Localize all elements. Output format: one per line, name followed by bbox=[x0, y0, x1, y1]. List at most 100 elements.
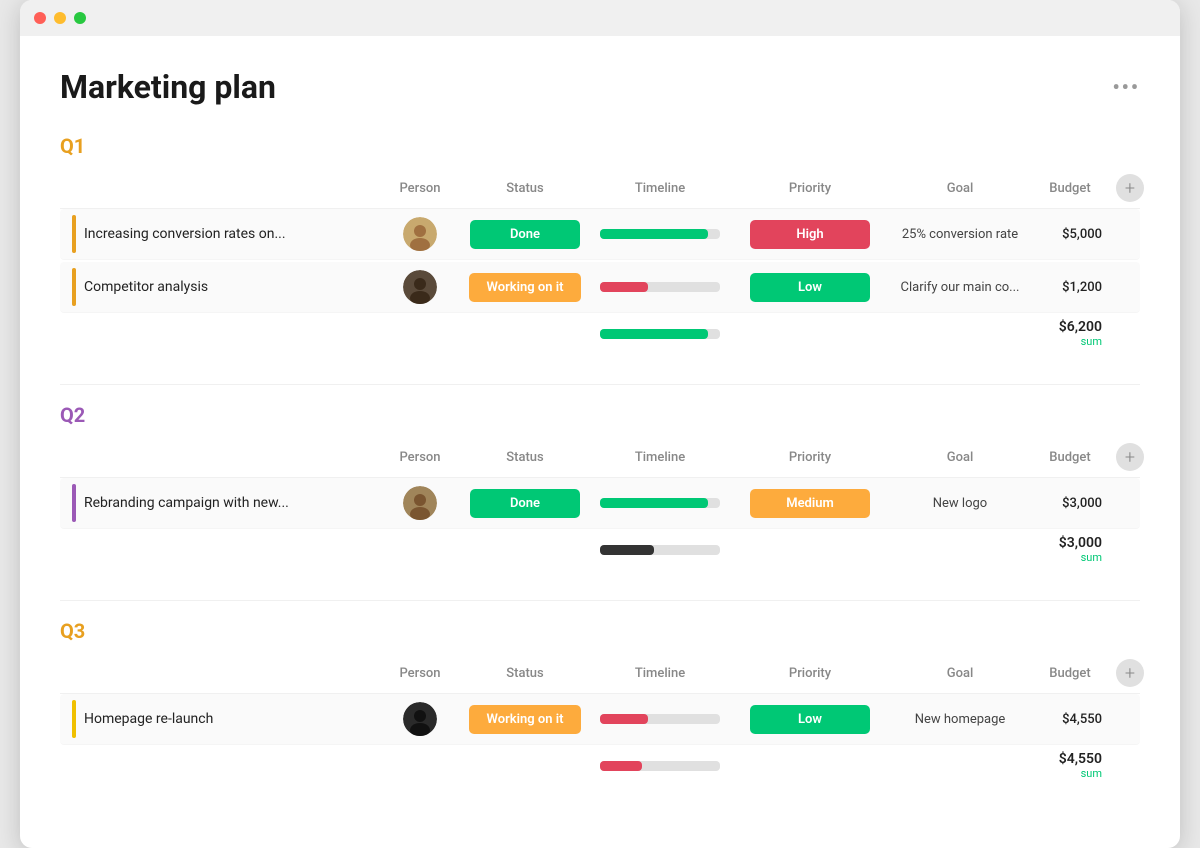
sum-budget-q3: $4,550 sum bbox=[1030, 751, 1110, 780]
status-q3-1: Working on it bbox=[460, 705, 590, 734]
goal-q1-1: 25% conversion rate bbox=[890, 227, 1030, 242]
timeline-bg-q1-1 bbox=[600, 229, 720, 239]
add-row-button-q2[interactable]: + bbox=[1116, 443, 1144, 471]
section-title-q3: Q3 bbox=[60, 619, 1140, 643]
col-timeline-q2: Timeline bbox=[590, 450, 730, 465]
section-title-q2: Q2 bbox=[60, 403, 1140, 427]
avatar-q1-2 bbox=[380, 270, 460, 304]
priority-badge-q1-2: Low bbox=[750, 273, 870, 302]
timeline-q2-1 bbox=[590, 498, 730, 508]
table-row: Competitor analysis Working on it bbox=[60, 262, 1140, 313]
table-row: Rebranding campaign with new... Done bbox=[60, 478, 1140, 529]
section-q3: Q3 Person Status Timeline Priority Goal … bbox=[60, 619, 1140, 788]
divider-q2q3 bbox=[60, 600, 1140, 601]
sum-timeline-q1 bbox=[590, 329, 730, 339]
minimize-dot[interactable] bbox=[54, 12, 66, 24]
col-add-q1: + bbox=[1110, 174, 1150, 202]
budget-q1-2: $1,200 bbox=[1030, 280, 1110, 295]
section-title-q1: Q1 bbox=[60, 134, 1140, 158]
table-header-q1: Person Status Timeline Priority Goal Bud… bbox=[60, 168, 1140, 209]
task-border-q2-1 bbox=[72, 484, 76, 522]
col-status-q1: Status bbox=[460, 181, 590, 196]
col-priority-q2: Priority bbox=[730, 450, 890, 465]
priority-badge-q2-1: Medium bbox=[750, 489, 870, 518]
timeline-fill-q1-2 bbox=[600, 282, 648, 292]
timeline-bg-q1-2 bbox=[600, 282, 720, 292]
timeline-q3-1 bbox=[590, 714, 730, 724]
app-window: Marketing plan ••• Q1 Person Status Time… bbox=[20, 0, 1180, 848]
avatar-icon-q3-1 bbox=[403, 702, 437, 736]
table-row: Homepage re-launch Working on it bbox=[60, 694, 1140, 745]
goal-q1-2: Clarify our main co... bbox=[890, 280, 1030, 295]
status-q1-1: Done bbox=[460, 220, 590, 249]
avatar-q2-1 bbox=[380, 486, 460, 520]
task-name-q2-1: Rebranding campaign with new... bbox=[60, 484, 380, 522]
sum-budget-q1: $6,200 sum bbox=[1030, 319, 1110, 348]
col-timeline-q3: Timeline bbox=[590, 666, 730, 681]
status-q1-2: Working on it bbox=[460, 273, 590, 302]
table-header-q3: Person Status Timeline Priority Goal Bud… bbox=[60, 653, 1140, 694]
priority-badge-q1-1: High bbox=[750, 220, 870, 249]
section-q1: Q1 Person Status Timeline Priority Goal … bbox=[60, 134, 1140, 356]
timeline-fill-q1-1 bbox=[600, 229, 708, 239]
col-priority-q3: Priority bbox=[730, 666, 890, 681]
priority-badge-q3-1: Low bbox=[750, 705, 870, 734]
col-budget-q2: Budget bbox=[1030, 450, 1110, 465]
status-badge-q1-2: Working on it bbox=[469, 273, 582, 302]
timeline-q1-1 bbox=[590, 229, 730, 239]
timeline-bar-q2-1 bbox=[600, 498, 720, 508]
sum-row-q2: $3,000 sum bbox=[60, 531, 1140, 572]
col-add-q2: + bbox=[1110, 443, 1150, 471]
titlebar bbox=[20, 0, 1180, 36]
close-dot[interactable] bbox=[34, 12, 46, 24]
sum-timeline-q2 bbox=[590, 545, 730, 555]
timeline-bar-q1-2 bbox=[600, 282, 720, 292]
task-name-q1-2: Competitor analysis bbox=[60, 268, 380, 306]
task-border-q1-1 bbox=[72, 215, 76, 253]
col-status-q2: Status bbox=[460, 450, 590, 465]
task-border-q1-2 bbox=[72, 268, 76, 306]
section-q2: Q2 Person Status Timeline Priority Goal … bbox=[60, 403, 1140, 572]
more-button[interactable]: ••• bbox=[1112, 75, 1140, 99]
goal-q3-1: New homepage bbox=[890, 712, 1030, 727]
timeline-q1-2 bbox=[590, 282, 730, 292]
sum-row-q3: $4,550 sum bbox=[60, 747, 1140, 788]
budget-q3-1: $4,550 bbox=[1030, 712, 1110, 727]
add-row-button-q3[interactable]: + bbox=[1116, 659, 1144, 687]
col-add-q3: + bbox=[1110, 659, 1150, 687]
divider-q1q2 bbox=[60, 384, 1140, 385]
status-q2-1: Done bbox=[460, 489, 590, 518]
goal-q2-1: New logo bbox=[890, 496, 1030, 511]
priority-q1-1: High bbox=[730, 220, 890, 249]
col-goal-q3: Goal bbox=[890, 666, 1030, 681]
col-goal-q1: Goal bbox=[890, 181, 1030, 196]
budget-q1-1: $5,000 bbox=[1030, 227, 1110, 242]
sum-budget-q2: $3,000 sum bbox=[1030, 535, 1110, 564]
timeline-bar-q3-1 bbox=[600, 714, 720, 724]
priority-q3-1: Low bbox=[730, 705, 890, 734]
task-border-q3-1 bbox=[72, 700, 76, 738]
table-header-q2: Person Status Timeline Priority Goal Bud… bbox=[60, 437, 1140, 478]
table-row: Increasing conversion rates on... Done bbox=[60, 209, 1140, 260]
col-status-q3: Status bbox=[460, 666, 590, 681]
page-title-row: Marketing plan ••• bbox=[60, 68, 1140, 106]
priority-q2-1: Medium bbox=[730, 489, 890, 518]
avatar-icon-q2-1 bbox=[403, 486, 437, 520]
status-badge-q3-1: Working on it bbox=[469, 705, 582, 734]
col-goal-q2: Goal bbox=[890, 450, 1030, 465]
status-badge-q2-1: Done bbox=[470, 489, 580, 518]
sum-timeline-bar-q1 bbox=[600, 329, 720, 339]
page-title: Marketing plan bbox=[60, 68, 276, 106]
add-row-button-q1[interactable]: + bbox=[1116, 174, 1144, 202]
col-priority-q1: Priority bbox=[730, 181, 890, 196]
status-badge-q1-1: Done bbox=[470, 220, 580, 249]
avatar-q1-1 bbox=[380, 217, 460, 251]
avatar-icon-q1-2 bbox=[403, 270, 437, 304]
col-person-q1: Person bbox=[380, 181, 460, 196]
maximize-dot[interactable] bbox=[74, 12, 86, 24]
avatar-q3-1 bbox=[380, 702, 460, 736]
sum-row-q1: $6,200 sum bbox=[60, 315, 1140, 356]
task-name-q3-1: Homepage re-launch bbox=[60, 700, 380, 738]
col-person-q2: Person bbox=[380, 450, 460, 465]
sum-timeline-q3 bbox=[590, 761, 730, 771]
